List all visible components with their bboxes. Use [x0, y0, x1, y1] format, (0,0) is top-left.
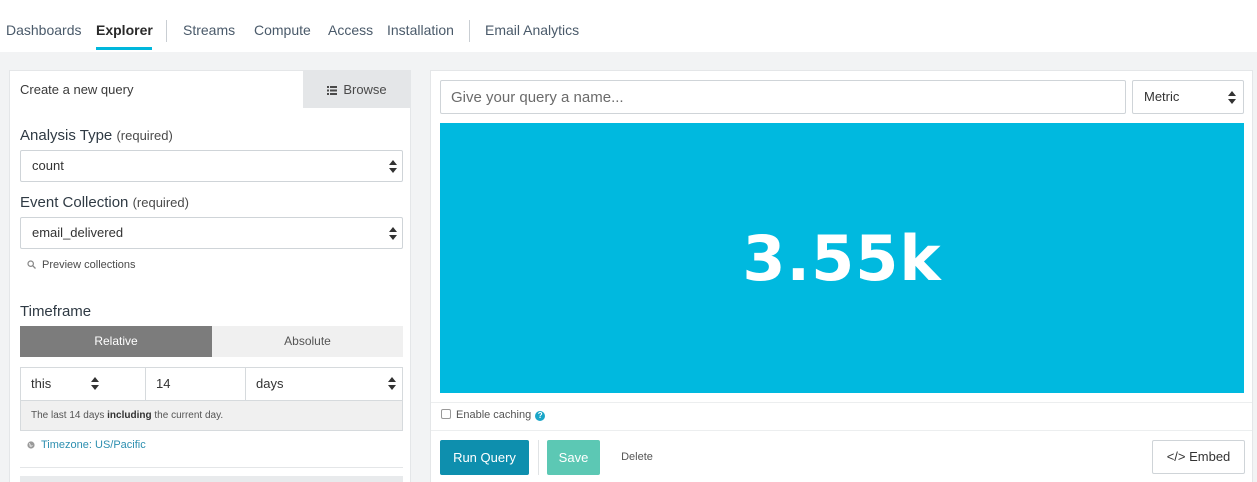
tab-create-query[interactable]: Create a new query [10, 71, 303, 108]
enable-caching-row: Enable caching? [441, 409, 546, 421]
nav-access[interactable]: Access [328, 22, 373, 38]
nav-active-underline [96, 47, 152, 50]
event-collection-text: Event Collection [20, 194, 129, 211]
preview-collections-link[interactable]: Preview collections [27, 259, 136, 271]
timeframe-note-end: the current day. [154, 410, 224, 421]
button-divider [538, 440, 539, 475]
timezone-label: Timezone: US/Pacific [41, 439, 146, 451]
enable-caching-label: Enable caching [456, 409, 532, 421]
updown-arrows-icon [389, 227, 397, 240]
required-hint: (required) [132, 195, 189, 210]
event-collection-value: email_delivered [32, 225, 124, 240]
run-query-button[interactable]: Run Query [440, 440, 529, 475]
relativity-value: this [31, 376, 52, 391]
analysis-type-text: Analysis Type [20, 127, 113, 144]
query-builder-panel: Create a new query Browse Analysis Type … [9, 70, 411, 482]
results-panel: Metric 3.55k Enable caching? Run Query S… [430, 70, 1253, 482]
embed-button[interactable]: </> Embed [1152, 440, 1245, 474]
collapsed-section-bar[interactable] [20, 476, 403, 482]
visualization-type-value: Metric [1144, 89, 1180, 104]
nav-installation[interactable]: Installation [387, 22, 454, 38]
metric-value: 3.55k [742, 221, 942, 295]
analysis-type-select[interactable]: count [20, 150, 403, 182]
timeframe-note-start: The last 14 days [31, 410, 105, 421]
updown-arrows-icon [1228, 91, 1236, 104]
section-divider [431, 430, 1252, 431]
relativity-select[interactable]: this [21, 368, 146, 400]
help-icon[interactable]: ? [535, 411, 546, 421]
top-nav: Dashboards Explorer Streams Compute Acce… [0, 0, 1257, 52]
metric-result-box: 3.55k [440, 123, 1244, 393]
timeframe-units-value: days [256, 376, 284, 391]
timeframe-label: Timeframe [20, 303, 92, 320]
nav-divider [166, 20, 167, 42]
updown-arrows-icon [388, 377, 396, 390]
nav-explorer[interactable]: Explorer [96, 22, 153, 38]
list-icon [327, 86, 338, 95]
save-button[interactable]: Save [547, 440, 600, 475]
timeframe-description: The last 14 days including the current d… [20, 401, 403, 431]
nav-dashboards[interactable]: Dashboards [6, 22, 82, 38]
nav-streams[interactable]: Streams [183, 22, 235, 38]
query-name-input[interactable] [440, 80, 1126, 114]
nav-email-analytics[interactable]: Email Analytics [485, 22, 579, 38]
globe-icon [27, 441, 35, 449]
tab-browse-label: Browse [343, 82, 387, 97]
analysis-type-label: Analysis Type (required) [20, 127, 173, 144]
preview-collections-label: Preview collections [42, 259, 136, 271]
nav-divider [469, 20, 470, 42]
event-collection-select[interactable]: email_delivered [20, 217, 403, 249]
required-hint: (required) [116, 128, 173, 143]
updown-arrows-icon [91, 377, 99, 390]
nav-compute[interactable]: Compute [254, 22, 311, 38]
delete-button[interactable]: Delete [609, 440, 665, 475]
timeframe-absolute-toggle[interactable]: Absolute [212, 326, 403, 357]
section-divider [20, 467, 403, 468]
timeframe-amount-input[interactable]: 14 [146, 368, 246, 400]
timeframe-relative-toggle[interactable]: Relative [20, 326, 212, 357]
section-divider [431, 402, 1252, 403]
analysis-type-value: count [32, 158, 64, 173]
timezone-link[interactable]: Timezone: US/Pacific [27, 439, 146, 451]
tab-browse[interactable]: Browse [303, 71, 410, 108]
timeframe-note-bold: including [107, 410, 152, 421]
enable-caching-checkbox[interactable] [441, 409, 451, 419]
event-collection-label: Event Collection (required) [20, 194, 189, 211]
updown-arrows-icon [389, 160, 397, 173]
relative-timeframe-row: this 14 days [20, 367, 403, 401]
visualization-type-select[interactable]: Metric [1132, 80, 1244, 114]
timeframe-units-select[interactable]: days [246, 368, 402, 400]
search-icon [27, 260, 36, 269]
